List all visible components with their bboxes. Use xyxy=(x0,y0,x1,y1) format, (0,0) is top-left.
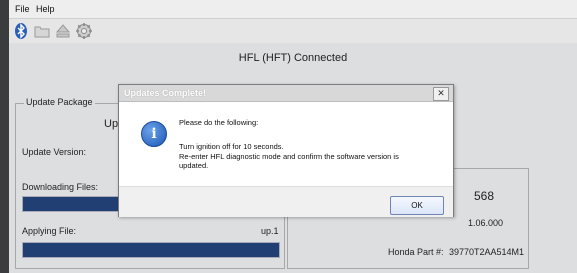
toolbar xyxy=(9,19,577,43)
bluetooth-icon[interactable] xyxy=(12,22,30,40)
applying-file-label: Applying File: xyxy=(22,226,77,236)
ok-button[interactable]: OK xyxy=(390,196,444,215)
gear-icon[interactable] xyxy=(75,22,93,40)
device-number: 568 xyxy=(474,189,495,203)
honda-part-label: Honda Part #: xyxy=(388,247,444,257)
dialog-line-4: updated. xyxy=(179,161,209,170)
dialog-line-2: Turn ignition off for 10 seconds. xyxy=(179,142,284,151)
updates-complete-dialog: Updates Complete! ✕ i Please do the foll… xyxy=(118,84,454,217)
menu-file[interactable]: File xyxy=(15,4,30,14)
menu-help[interactable]: Help xyxy=(36,4,55,14)
software-version-value: 1.06.000 xyxy=(468,218,504,228)
honda-part-value: 39770T2AA514M1 xyxy=(449,247,525,257)
connection-status-text: HFL (HFT) Connected xyxy=(238,52,348,64)
dialog-title: Updates Complete! xyxy=(124,88,207,98)
connection-status: HFL (HFT) Connected xyxy=(9,44,577,72)
applying-file-value: up.1 xyxy=(261,226,279,236)
apply-progress-bar xyxy=(22,242,280,258)
info-icon-glyph: i xyxy=(151,126,157,142)
folder-icon[interactable] xyxy=(33,22,51,40)
dialog-footer: OK xyxy=(119,186,453,217)
dialog-line-1: Please do the following: xyxy=(179,118,259,127)
menu-bar: File Help xyxy=(9,0,577,19)
info-icon: i xyxy=(141,121,167,147)
eject-icon[interactable] xyxy=(54,22,72,40)
dialog-title-bar: Updates Complete! ✕ xyxy=(119,85,453,102)
close-icon[interactable]: ✕ xyxy=(433,87,449,101)
update-package-title: Update Package xyxy=(24,97,95,107)
dialog-body: i Please do the following: Turn ignition… xyxy=(119,102,453,186)
update-version-label: Update Version: xyxy=(22,147,87,157)
downloading-files-label: Downloading Files: xyxy=(22,182,99,192)
dialog-line-3: Re-enter HFL diagnostic mode and confirm… xyxy=(179,152,399,161)
